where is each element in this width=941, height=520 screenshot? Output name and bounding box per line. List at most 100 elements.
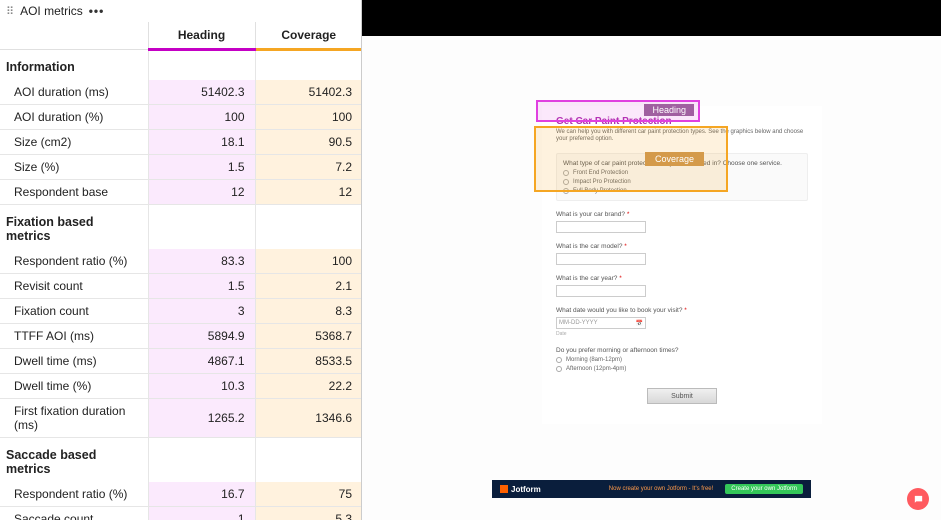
app-root: ⠿ AOI metrics ••• Heading Coverage Infor… bbox=[0, 0, 941, 520]
metric-name: Fixation count bbox=[0, 299, 148, 324]
metric-heading-value: 83.3 bbox=[148, 249, 255, 274]
stimulus-preview: Heading Coverage Get Car Paint Protectio… bbox=[362, 0, 941, 520]
submit-button[interactable]: Submit bbox=[647, 388, 717, 404]
metric-heading-value: 16.7 bbox=[148, 482, 255, 507]
metric-name: Size (%) bbox=[0, 155, 148, 180]
metric-heading-value: 1265.2 bbox=[148, 399, 255, 438]
car-brand-input[interactable] bbox=[556, 221, 646, 233]
metric-name: TTFF AOI (ms) bbox=[0, 324, 148, 349]
metric-heading-value: 100 bbox=[148, 105, 255, 130]
metrics-row[interactable]: Size (cm2)18.190.5 bbox=[0, 130, 362, 155]
col-coverage[interactable]: Coverage bbox=[255, 22, 362, 50]
metric-name: Respondent ratio (%) bbox=[0, 482, 148, 507]
required-icon: * bbox=[619, 275, 622, 282]
metrics-row[interactable]: First fixation duration (ms)1265.21346.6 bbox=[0, 399, 362, 438]
question-visit-date: What date would you like to book your vi… bbox=[556, 307, 808, 337]
metrics-panel-header: ⠿ AOI metrics ••• bbox=[0, 0, 361, 22]
metric-heading-value: 51402.3 bbox=[148, 80, 255, 105]
metric-coverage-value: 5.3 bbox=[255, 507, 362, 520]
chat-fab-button[interactable] bbox=[907, 488, 929, 510]
col-name bbox=[0, 22, 148, 50]
metric-coverage-value: 75 bbox=[255, 482, 362, 507]
date-hint: Date bbox=[556, 331, 808, 337]
metrics-row[interactable]: Fixation count38.3 bbox=[0, 299, 362, 324]
metric-name: Size (cm2) bbox=[0, 130, 148, 155]
radio-icon bbox=[556, 357, 562, 363]
q6-opt2[interactable]: Afternoon (12pm-4pm) bbox=[556, 366, 808, 372]
metric-name: First fixation duration (ms) bbox=[0, 399, 148, 438]
metric-coverage-value: 1346.6 bbox=[255, 399, 362, 438]
more-menu-button[interactable]: ••• bbox=[89, 4, 105, 18]
metric-coverage-value: 22.2 bbox=[255, 374, 362, 399]
metric-name: AOI duration (%) bbox=[0, 105, 148, 130]
metrics-row[interactable]: Respondent ratio (%)83.3100 bbox=[0, 249, 362, 274]
car-year-input[interactable] bbox=[556, 285, 646, 297]
metric-heading-value: 4867.1 bbox=[148, 349, 255, 374]
metric-coverage-value: 51402.3 bbox=[255, 80, 362, 105]
metric-coverage-value: 100 bbox=[255, 249, 362, 274]
form-card: Heading Coverage Get Car Paint Protectio… bbox=[542, 106, 822, 424]
question-car-brand: What is your car brand? * bbox=[556, 211, 808, 233]
jotform-mark-icon bbox=[500, 485, 508, 493]
preview-area[interactable]: Heading Coverage Get Car Paint Protectio… bbox=[362, 36, 941, 520]
radio-icon bbox=[556, 366, 562, 372]
required-icon: * bbox=[684, 307, 687, 314]
metrics-row[interactable]: AOI duration (%)100100 bbox=[0, 105, 362, 130]
metric-coverage-value: 8533.5 bbox=[255, 349, 362, 374]
metrics-group-row: Fixation based metrics bbox=[0, 205, 362, 250]
metrics-row[interactable]: TTFF AOI (ms)5894.95368.7 bbox=[0, 324, 362, 349]
metric-heading-value: 1 bbox=[148, 507, 255, 520]
metric-name: Dwell time (ms) bbox=[0, 349, 148, 374]
metric-coverage-value: 12 bbox=[255, 180, 362, 205]
metric-heading-value: 12 bbox=[148, 180, 255, 205]
metric-heading-value: 18.1 bbox=[148, 130, 255, 155]
metrics-group-row: Saccade based metrics bbox=[0, 438, 362, 483]
jotform-bar: Jotform Now create your own Jotform - It… bbox=[492, 480, 811, 498]
metrics-row[interactable]: AOI duration (ms)51402.351402.3 bbox=[0, 80, 362, 105]
metrics-row[interactable]: Saccade count15.3 bbox=[0, 507, 362, 520]
metric-coverage-value: 7.2 bbox=[255, 155, 362, 180]
jotform-cta-button[interactable]: Create your own Jotform bbox=[725, 484, 803, 494]
metric-heading-value: 1.5 bbox=[148, 274, 255, 299]
metric-coverage-value: 100 bbox=[255, 105, 362, 130]
metrics-row[interactable]: Revisit count1.52.1 bbox=[0, 274, 362, 299]
metric-name: Respondent ratio (%) bbox=[0, 249, 148, 274]
jotform-logo[interactable]: Jotform bbox=[500, 485, 541, 494]
chat-icon bbox=[913, 494, 924, 505]
metrics-panel: ⠿ AOI metrics ••• Heading Coverage Infor… bbox=[0, 0, 362, 520]
metric-name: Respondent base bbox=[0, 180, 148, 205]
metrics-row[interactable]: Respondent ratio (%)16.775 bbox=[0, 482, 362, 507]
metric-heading-value: 5894.9 bbox=[148, 324, 255, 349]
aoi-heading-tag: Heading bbox=[644, 104, 694, 116]
question-car-year: What is the car year? * bbox=[556, 275, 808, 297]
jotform-tagline: Now create your own Jotform - It's free! bbox=[609, 486, 714, 492]
letterbox-top bbox=[362, 0, 941, 36]
metric-name: AOI duration (ms) bbox=[0, 80, 148, 105]
drag-handle-icon[interactable]: ⠿ bbox=[6, 5, 14, 18]
metric-heading-value: 3 bbox=[148, 299, 255, 324]
question-car-model: What is the car model? * bbox=[556, 243, 808, 265]
required-icon: * bbox=[624, 243, 627, 250]
metrics-row[interactable]: Size (%)1.57.2 bbox=[0, 155, 362, 180]
table-header-row: Heading Coverage bbox=[0, 22, 362, 50]
car-model-input[interactable] bbox=[556, 253, 646, 265]
metric-coverage-value: 5368.7 bbox=[255, 324, 362, 349]
aoi-coverage-tag: Coverage bbox=[645, 152, 704, 166]
aoi-overlay-coverage[interactable]: Coverage bbox=[534, 126, 728, 192]
required-icon: * bbox=[627, 211, 630, 218]
metrics-row[interactable]: Dwell time (%)10.322.2 bbox=[0, 374, 362, 399]
metrics-row[interactable]: Dwell time (ms)4867.18533.5 bbox=[0, 349, 362, 374]
question-time-pref: Do you prefer morning or afternoon times… bbox=[556, 347, 808, 372]
metrics-row[interactable]: Respondent base1212 bbox=[0, 180, 362, 205]
metric-name: Dwell time (%) bbox=[0, 374, 148, 399]
q6-opt1[interactable]: Morning (8am-12pm) bbox=[556, 357, 808, 363]
metric-coverage-value: 2.1 bbox=[255, 274, 362, 299]
q6-label: Do you prefer morning or afternoon times… bbox=[556, 347, 808, 354]
metric-heading-value: 1.5 bbox=[148, 155, 255, 180]
metrics-group-row: Information bbox=[0, 50, 362, 81]
metrics-panel-title: AOI metrics bbox=[20, 4, 83, 18]
metric-heading-value: 10.3 bbox=[148, 374, 255, 399]
col-heading[interactable]: Heading bbox=[148, 22, 255, 50]
visit-date-input[interactable]: MM-DD-YYYY 📅 bbox=[556, 317, 646, 329]
aoi-overlay-heading[interactable]: Heading bbox=[536, 100, 700, 122]
